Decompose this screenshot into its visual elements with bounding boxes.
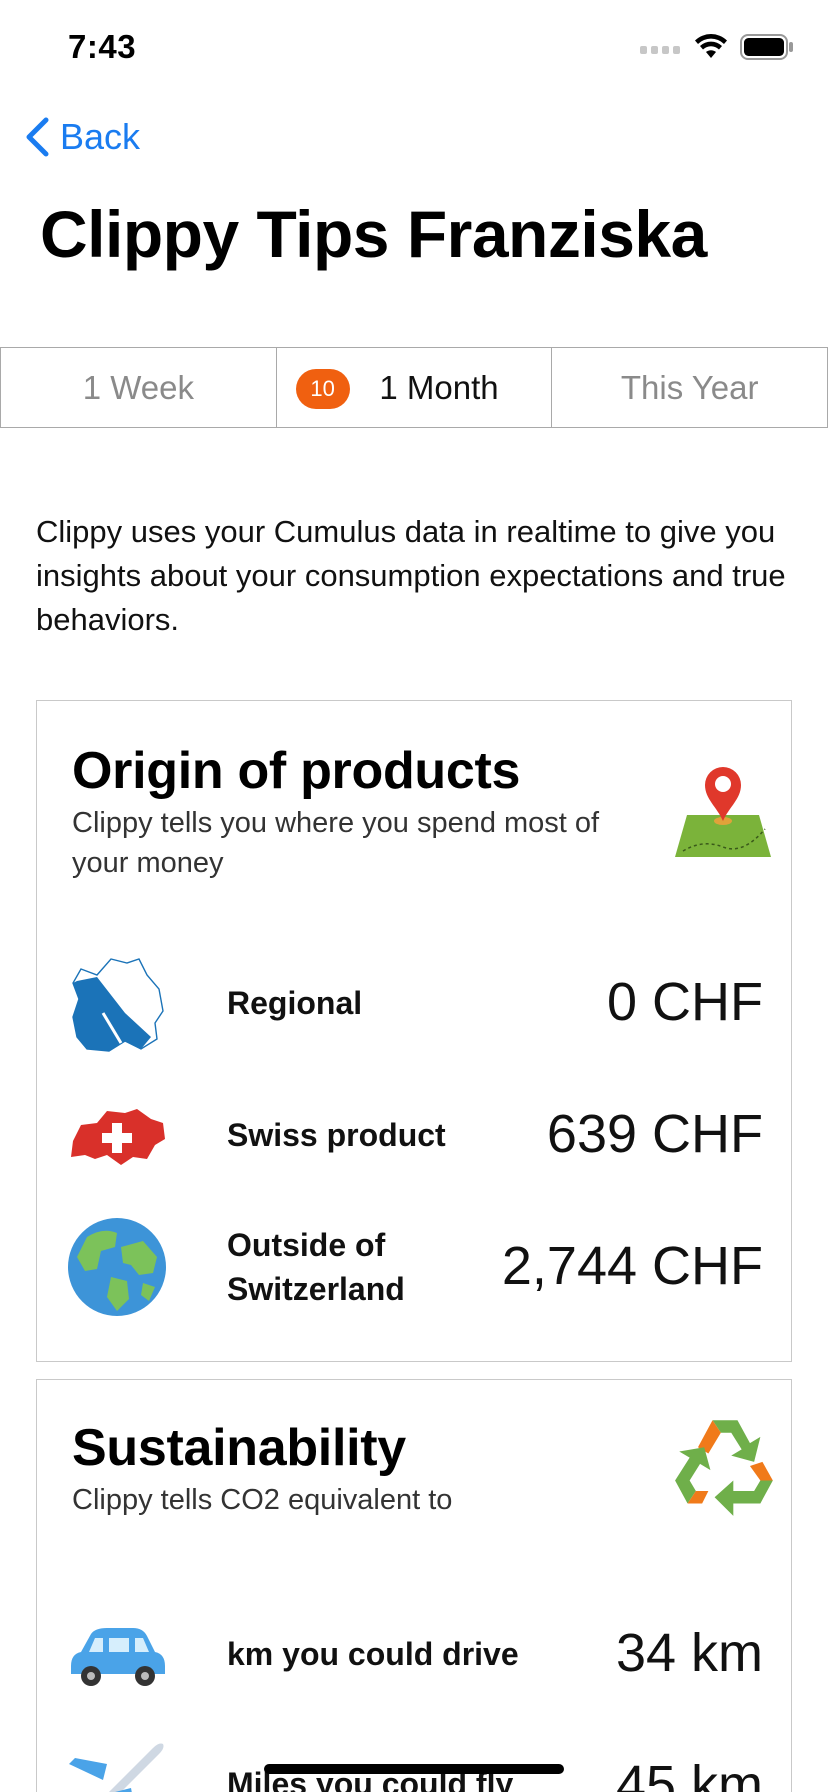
list-item: Miles you could fly 45 km (67, 1728, 763, 1792)
chevron-left-icon (26, 117, 49, 157)
list-item: Regional 0 CHF (67, 953, 763, 1053)
recycle-icon (675, 1420, 773, 1516)
map-pin-icon (675, 767, 771, 857)
card-subtitle: Clippy tells you where you spend most of… (72, 807, 600, 879)
row-label: Swiss product (227, 1117, 446, 1153)
row-value: 2,744 CHF (501, 1236, 763, 1296)
globe-icon (68, 1218, 166, 1316)
row-label: Regional (227, 985, 363, 1021)
count-badge: 10 (295, 369, 350, 409)
card-title: Sustainability (72, 1419, 406, 1477)
back-button[interactable]: Back (24, 116, 140, 158)
signal-icon (640, 46, 680, 54)
period-segmented-control: 1 Week 10 1 Month This Year (0, 347, 828, 428)
intro-text: Clippy uses your Cumulus data in realtim… (36, 514, 786, 637)
list-item: Swiss product 639 CHF (67, 1085, 763, 1185)
status-bar: 7:43 (0, 0, 828, 100)
wifi-icon (695, 34, 727, 58)
home-indicator[interactable] (264, 1764, 564, 1774)
row-value: 0 CHF (606, 972, 763, 1032)
segment-label: This Year (620, 368, 759, 406)
row-value: 639 CHF (546, 1104, 763, 1164)
card-subtitle: Clippy tells CO2 equivalent to (72, 1484, 453, 1516)
segment-label: 1 Week (82, 368, 194, 406)
row-value: 34 km (615, 1623, 763, 1683)
status-time: 7:43 (68, 28, 137, 65)
segment-1-month[interactable]: 10 1 Month (275, 348, 552, 427)
airplane-icon (69, 1743, 164, 1792)
sustainability-card: Sustainability Clippy tells CO2 equivale… (36, 1379, 792, 1792)
origin-card: Origin of products Clippy tells you wher… (36, 700, 792, 1362)
swiss-flag-map-icon (71, 1109, 165, 1165)
row-label: km you could drive (227, 1636, 519, 1672)
battery-icon (740, 34, 793, 60)
segment-label: 1 Month (379, 368, 499, 406)
row-label: Outside of Switzerland (227, 1227, 405, 1307)
back-label: Back (60, 116, 141, 157)
car-icon (71, 1628, 165, 1686)
status-icons (640, 34, 794, 60)
list-item: km you could drive 34 km (67, 1604, 763, 1704)
row-value: 45 km (615, 1755, 763, 1792)
list-item: Outside of Switzerland 2,744 CHF (67, 1217, 763, 1317)
zurich-canton-icon (72, 958, 164, 1052)
page-title: Clippy Tips Franziska (40, 197, 707, 271)
card-title: Origin of products (72, 742, 521, 800)
segment-this-year[interactable]: This Year (551, 348, 828, 427)
segment-1-week[interactable]: 1 Week (0, 348, 276, 427)
